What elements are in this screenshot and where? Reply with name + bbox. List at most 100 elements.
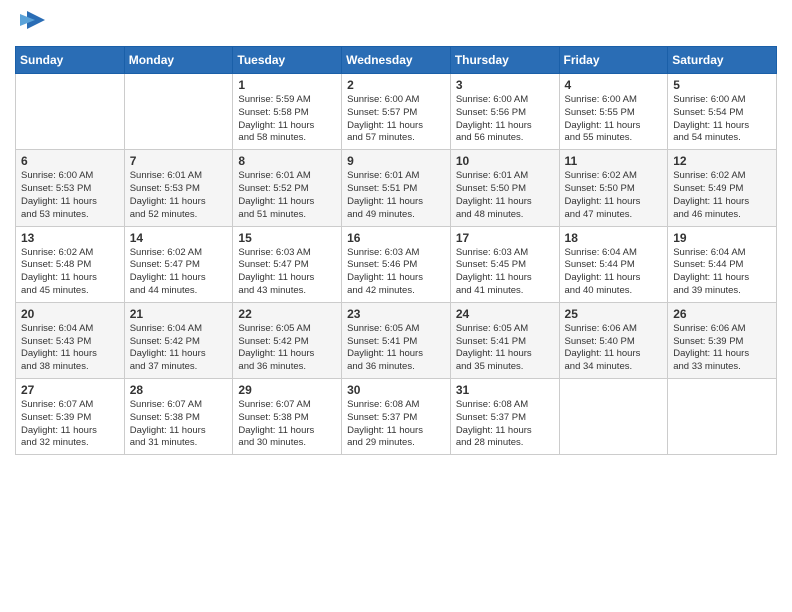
calendar-cell (559, 379, 668, 455)
calendar-cell: 14 Sunrise: 6:02 AMSunset: 5:47 PMDayligh… (124, 226, 233, 302)
calendar-cell: 3 Sunrise: 6:00 AMSunset: 5:56 PMDaylight… (450, 74, 559, 150)
day-info: Sunrise: 6:04 AMSunset: 5:42 PMDaylight:… (130, 323, 228, 374)
day-info: Sunrise: 6:07 AMSunset: 5:38 PMDaylight:… (238, 399, 336, 450)
calendar-cell: 25 Sunrise: 6:06 AMSunset: 5:40 PMDayligh… (559, 302, 668, 378)
day-info: Sunrise: 6:00 AMSunset: 5:57 PMDaylight:… (347, 94, 445, 145)
day-info: Sunrise: 6:00 AMSunset: 5:53 PMDaylight:… (21, 170, 119, 221)
day-info: Sunrise: 6:05 AMSunset: 5:42 PMDaylight:… (238, 323, 336, 374)
day-number: 5 (673, 78, 771, 92)
header (15, 10, 777, 36)
day-number: 7 (130, 154, 228, 168)
day-info: Sunrise: 6:02 AMSunset: 5:50 PMDaylight:… (565, 170, 663, 221)
day-info: Sunrise: 6:02 AMSunset: 5:48 PMDaylight:… (21, 247, 119, 298)
col-header-saturday: Saturday (668, 47, 777, 74)
col-header-wednesday: Wednesday (342, 47, 451, 74)
day-info: Sunrise: 6:08 AMSunset: 5:37 PMDaylight:… (347, 399, 445, 450)
day-info: Sunrise: 6:05 AMSunset: 5:41 PMDaylight:… (456, 323, 554, 374)
day-info: Sunrise: 6:04 AMSunset: 5:43 PMDaylight:… (21, 323, 119, 374)
day-number: 28 (130, 383, 228, 397)
calendar-cell: 28 Sunrise: 6:07 AMSunset: 5:38 PMDayligh… (124, 379, 233, 455)
day-number: 30 (347, 383, 445, 397)
calendar-cell: 13 Sunrise: 6:02 AMSunset: 5:48 PMDayligh… (16, 226, 125, 302)
col-header-thursday: Thursday (450, 47, 559, 74)
calendar-cell: 31 Sunrise: 6:08 AMSunset: 5:37 PMDayligh… (450, 379, 559, 455)
calendar-cell: 7Sunrise: 6:01 AMSunset: 5:53 PMDaylight… (124, 150, 233, 226)
calendar-week-row: 13 Sunrise: 6:02 AMSunset: 5:48 PMDayligh… (16, 226, 777, 302)
day-number: 18 (565, 231, 663, 245)
day-info: Sunrise: 6:01 AMSunset: 5:51 PMDaylight:… (347, 170, 445, 221)
day-number: 3 (456, 78, 554, 92)
calendar-cell: 12Sunrise: 6:02 AMSunset: 5:49 PMDayligh… (668, 150, 777, 226)
calendar-cell: 4Sunrise: 6:00 AMSunset: 5:55 PMDaylight… (559, 74, 668, 150)
day-number: 26 (673, 307, 771, 321)
page: SundayMondayTuesdayWednesdayThursdayFrid… (0, 0, 792, 612)
col-header-sunday: Sunday (16, 47, 125, 74)
calendar-cell: 6 Sunrise: 6:00 AMSunset: 5:53 PMDaylight… (16, 150, 125, 226)
day-number: 29 (238, 383, 336, 397)
day-number: 15 (238, 231, 336, 245)
day-number: 6 (21, 154, 119, 168)
calendar-cell: 26 Sunrise: 6:06 AMSunset: 5:39 PMDayligh… (668, 302, 777, 378)
day-number: 17 (456, 231, 554, 245)
calendar-cell: 21 Sunrise: 6:04 AMSunset: 5:42 PMDayligh… (124, 302, 233, 378)
calendar-cell (668, 379, 777, 455)
calendar-cell: 18 Sunrise: 6:04 AMSunset: 5:44 PMDayligh… (559, 226, 668, 302)
day-number: 20 (21, 307, 119, 321)
calendar-cell: 30 Sunrise: 6:08 AMSunset: 5:37 PMDayligh… (342, 379, 451, 455)
calendar-cell: 20 Sunrise: 6:04 AMSunset: 5:43 PMDayligh… (16, 302, 125, 378)
day-info: Sunrise: 6:04 AMSunset: 5:44 PMDaylight:… (565, 247, 663, 298)
day-number: 13 (21, 231, 119, 245)
day-number: 10 (456, 154, 554, 168)
day-number: 22 (238, 307, 336, 321)
calendar-cell: 5 Sunrise: 6:00 AMSunset: 5:54 PMDaylight… (668, 74, 777, 150)
calendar-cell: 24 Sunrise: 6:05 AMSunset: 5:41 PMDayligh… (450, 302, 559, 378)
calendar-week-row: 1Sunrise: 5:59 AMSunset: 5:58 PMDaylight… (16, 74, 777, 150)
logo-icon (17, 6, 47, 36)
calendar-cell: 10 Sunrise: 6:01 AMSunset: 5:50 PMDayligh… (450, 150, 559, 226)
day-number: 24 (456, 307, 554, 321)
calendar-table: SundayMondayTuesdayWednesdayThursdayFrid… (15, 46, 777, 455)
col-header-monday: Monday (124, 47, 233, 74)
calendar-cell: 9Sunrise: 6:01 AMSunset: 5:51 PMDaylight… (342, 150, 451, 226)
calendar-cell: 15 Sunrise: 6:03 AMSunset: 5:47 PMDayligh… (233, 226, 342, 302)
day-info: Sunrise: 6:00 AMSunset: 5:55 PMDaylight:… (565, 94, 663, 145)
day-info: Sunrise: 6:00 AMSunset: 5:56 PMDaylight:… (456, 94, 554, 145)
day-number: 21 (130, 307, 228, 321)
day-info: Sunrise: 6:06 AMSunset: 5:40 PMDaylight:… (565, 323, 663, 374)
day-info: Sunrise: 6:07 AMSunset: 5:39 PMDaylight:… (21, 399, 119, 450)
day-number: 31 (456, 383, 554, 397)
day-info: Sunrise: 6:06 AMSunset: 5:39 PMDaylight:… (673, 323, 771, 374)
day-number: 23 (347, 307, 445, 321)
day-info: Sunrise: 6:05 AMSunset: 5:41 PMDaylight:… (347, 323, 445, 374)
day-info: Sunrise: 6:02 AMSunset: 5:47 PMDaylight:… (130, 247, 228, 298)
calendar-cell: 22 Sunrise: 6:05 AMSunset: 5:42 PMDayligh… (233, 302, 342, 378)
day-number: 11 (565, 154, 663, 168)
day-info: Sunrise: 6:00 AMSunset: 5:54 PMDaylight:… (673, 94, 771, 145)
day-info: Sunrise: 6:07 AMSunset: 5:38 PMDaylight:… (130, 399, 228, 450)
calendar-cell: 11 Sunrise: 6:02 AMSunset: 5:50 PMDayligh… (559, 150, 668, 226)
day-info: Sunrise: 6:01 AMSunset: 5:50 PMDaylight:… (456, 170, 554, 221)
logo (15, 10, 47, 36)
day-info: Sunrise: 6:03 AMSunset: 5:45 PMDaylight:… (456, 247, 554, 298)
calendar-cell: 2 Sunrise: 6:00 AMSunset: 5:57 PMDaylight… (342, 74, 451, 150)
day-number: 25 (565, 307, 663, 321)
day-info: Sunrise: 6:03 AMSunset: 5:46 PMDaylight:… (347, 247, 445, 298)
day-info: Sunrise: 6:01 AMSunset: 5:52 PMDaylight:… (238, 170, 336, 221)
day-number: 16 (347, 231, 445, 245)
calendar-week-row: 6 Sunrise: 6:00 AMSunset: 5:53 PMDaylight… (16, 150, 777, 226)
day-number: 8 (238, 154, 336, 168)
day-info: Sunrise: 6:03 AMSunset: 5:47 PMDaylight:… (238, 247, 336, 298)
calendar-cell (124, 74, 233, 150)
calendar-cell: 8 Sunrise: 6:01 AMSunset: 5:52 PMDaylight… (233, 150, 342, 226)
calendar-week-row: 20 Sunrise: 6:04 AMSunset: 5:43 PMDayligh… (16, 302, 777, 378)
day-number: 12 (673, 154, 771, 168)
calendar-cell: 16 Sunrise: 6:03 AMSunset: 5:46 PMDayligh… (342, 226, 451, 302)
day-info: Sunrise: 6:08 AMSunset: 5:37 PMDaylight:… (456, 399, 554, 450)
day-number: 2 (347, 78, 445, 92)
calendar-cell: 23 Sunrise: 6:05 AMSunset: 5:41 PMDayligh… (342, 302, 451, 378)
day-info: Sunrise: 6:04 AMSunset: 5:44 PMDaylight:… (673, 247, 771, 298)
calendar-cell: 17 Sunrise: 6:03 AMSunset: 5:45 PMDayligh… (450, 226, 559, 302)
calendar-cell: 19 Sunrise: 6:04 AMSunset: 5:44 PMDayligh… (668, 226, 777, 302)
day-number: 14 (130, 231, 228, 245)
day-number: 19 (673, 231, 771, 245)
